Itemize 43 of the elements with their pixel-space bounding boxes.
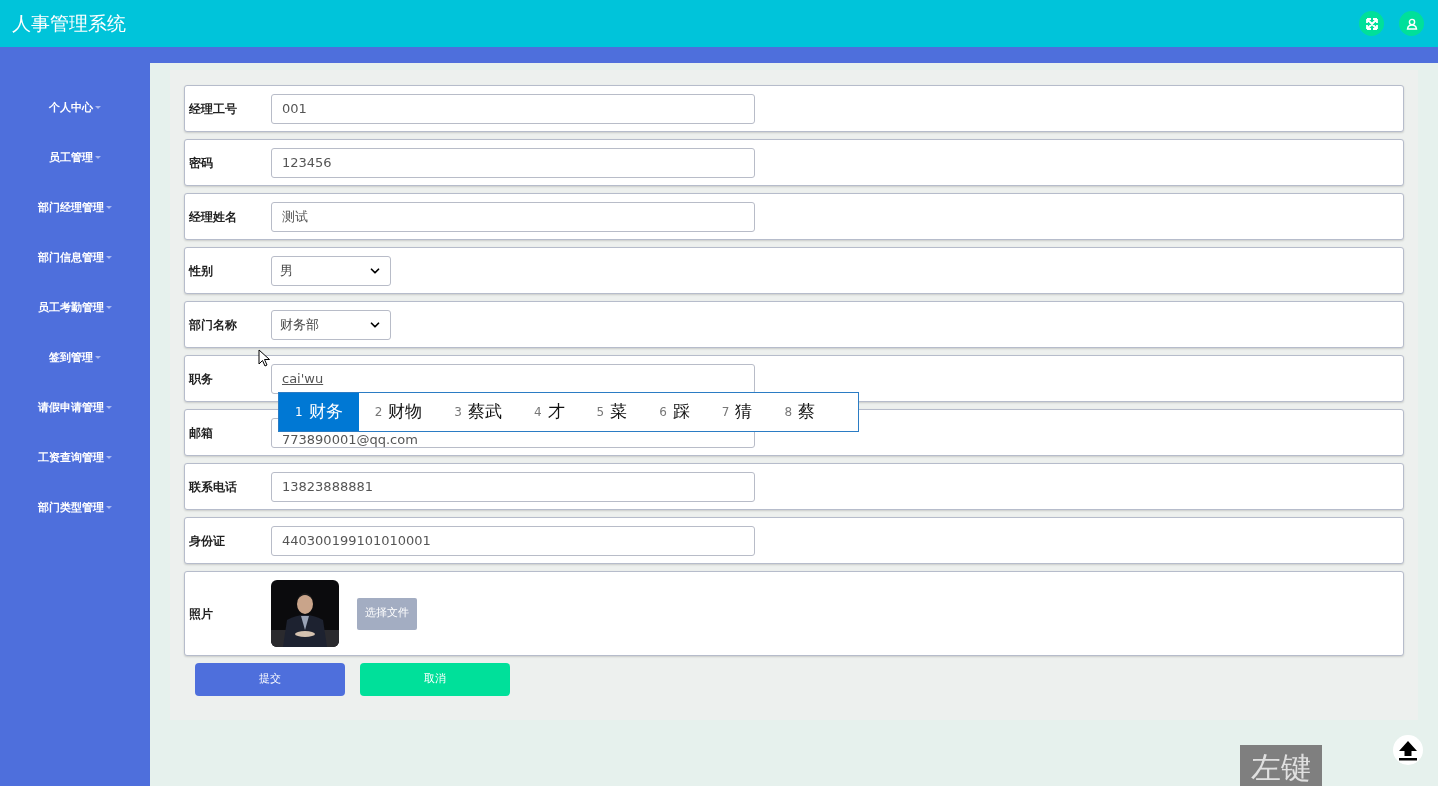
key-press-overlay: 左键 (1240, 745, 1322, 786)
sidebar-item[interactable]: 员工管理 (49, 133, 101, 183)
field-label: 密码 (188, 154, 214, 172)
sidebar-item[interactable]: 部门类型管理 (38, 483, 112, 533)
caret-icon (106, 456, 112, 460)
caret-icon (106, 206, 112, 210)
caret-icon (106, 306, 112, 310)
caret-icon (95, 106, 101, 110)
text-field[interactable]: 测试 (271, 201, 755, 232)
text-field[interactable]: 001 (271, 93, 755, 124)
submit-button[interactable]: 提交 (195, 663, 345, 696)
caret-icon (106, 256, 112, 260)
caret-icon (106, 406, 112, 410)
user-icon[interactable] (1399, 11, 1424, 36)
field-label: 部门名称 (188, 316, 238, 334)
select-field[interactable]: 男 (271, 255, 391, 286)
text-field[interactable]: cai'wu (271, 363, 755, 394)
field-label: 职务 (187, 370, 214, 388)
sidebar-item[interactable]: 个人中心 (49, 83, 101, 133)
scroll-top-icon[interactable] (1393, 735, 1423, 765)
sidebar-item[interactable]: 签到管理 (49, 333, 101, 383)
field-label: 联系电话 (187, 478, 238, 496)
text-field[interactable]: 123456 (271, 147, 755, 178)
caret-icon (95, 156, 101, 160)
text-field[interactable]: 440300199101010001 (271, 525, 755, 556)
text-field[interactable]: 13823888881 (271, 471, 755, 502)
field-label: 照片 (188, 605, 214, 623)
sidebar-item[interactable]: 部门信息管理 (38, 233, 112, 283)
app-title: 人事管理系统 (12, 11, 126, 37)
field-label: 经理姓名 (188, 208, 238, 226)
field-label: 邮箱 (188, 424, 214, 442)
field-label: 身份证 (188, 532, 226, 550)
caret-icon (106, 506, 112, 510)
select-field[interactable]: 财务部 (271, 309, 391, 340)
sidebar-item[interactable]: 请假申请管理 (38, 383, 112, 433)
sidebar-item[interactable]: 员工考勤管理 (38, 283, 112, 333)
caret-icon (95, 356, 101, 360)
ime-candidate[interactable]: 1 财务 (279, 393, 359, 431)
fullscreen-icon[interactable] (1359, 11, 1384, 36)
sidebar-item[interactable]: 工资查询管理 (38, 433, 112, 483)
sidebar-item[interactable]: 部门经理管理 (38, 183, 112, 233)
field-label: 性别 (187, 262, 214, 280)
field-label: 经理工号 (188, 100, 238, 118)
